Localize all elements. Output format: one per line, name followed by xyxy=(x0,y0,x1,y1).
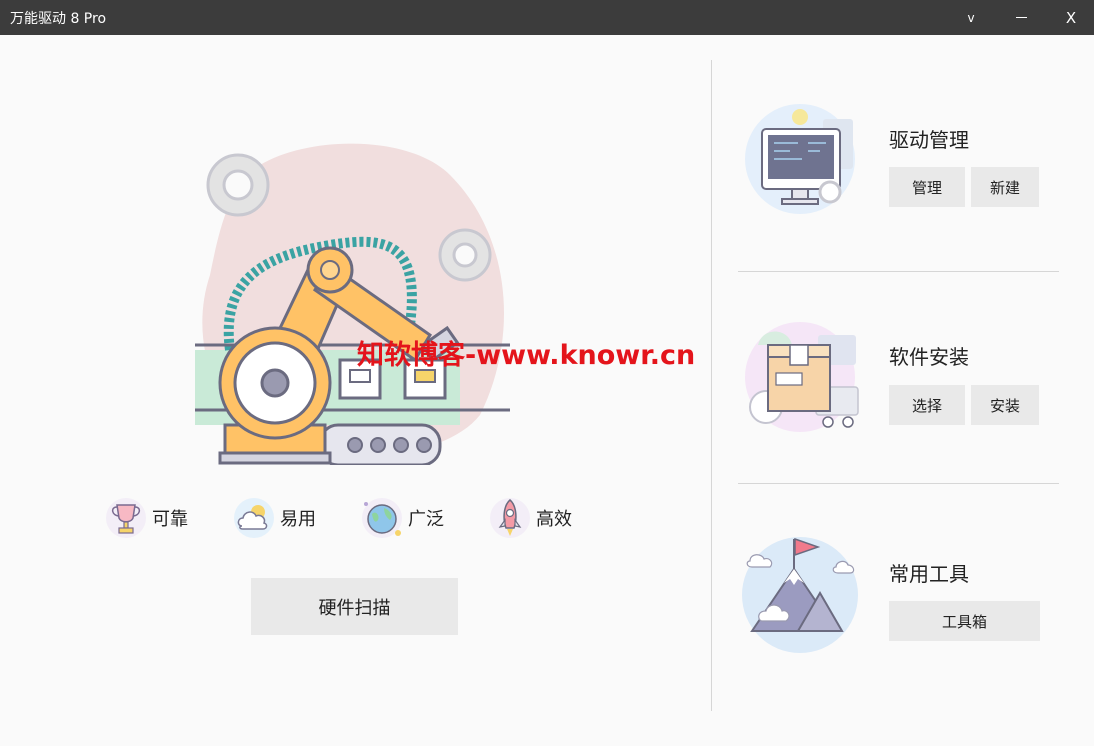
close-button[interactable]: X xyxy=(1048,0,1094,35)
chevron-down-icon: v xyxy=(967,10,975,25)
mountain-flag-illustration xyxy=(742,537,858,653)
driver-management-title: 驱动管理 xyxy=(889,128,969,152)
menu-dropdown-button[interactable]: v xyxy=(948,0,994,35)
new-button[interactable]: 新建 xyxy=(971,167,1039,207)
computer-monitor-illustration xyxy=(745,104,855,214)
feature-efficient: 高效 xyxy=(488,498,572,538)
gear-icon xyxy=(438,228,492,282)
cloud-icon xyxy=(234,498,274,538)
feature-label: 可靠 xyxy=(152,509,188,530)
watermark-text: 知软博客-www.knowr.cn xyxy=(357,340,696,371)
select-button[interactable]: 选择 xyxy=(889,385,965,425)
title-bar: 万能驱动 8 Pro v X xyxy=(0,0,1094,35)
robot-arm-illustration xyxy=(195,143,510,465)
rocket-icon xyxy=(490,498,530,538)
globe-icon xyxy=(362,498,402,538)
toolbox-button[interactable]: 工具箱 xyxy=(889,601,1040,641)
manage-button[interactable]: 管理 xyxy=(889,167,965,207)
trophy-icon xyxy=(106,498,146,538)
package-illustration xyxy=(745,322,859,432)
feature-broad: 广泛 xyxy=(360,498,444,538)
feature-easy: 易用 xyxy=(232,498,316,538)
app-title: 万能驱动 8 Pro xyxy=(10,11,107,27)
common-tools-title: 常用工具 xyxy=(889,562,969,586)
minimize-button[interactable] xyxy=(998,0,1044,35)
main-area: 知软博客-www.knowr.cn 可靠 易用 广泛 高效 硬件扫描 驱动管理 … xyxy=(0,35,1094,746)
feature-reliable: 可靠 xyxy=(104,498,188,538)
feature-label: 易用 xyxy=(280,509,316,530)
close-icon: X xyxy=(1065,8,1077,27)
install-button[interactable]: 安装 xyxy=(971,385,1039,425)
gear-icon xyxy=(206,153,270,217)
minimize-icon xyxy=(1015,17,1027,18)
section-divider xyxy=(738,483,1059,484)
vertical-divider xyxy=(711,60,712,711)
hardware-scan-button[interactable]: 硬件扫描 xyxy=(251,578,458,635)
feature-label: 高效 xyxy=(536,509,572,530)
software-install-title: 软件安装 xyxy=(889,345,969,369)
section-divider xyxy=(738,271,1059,272)
feature-label: 广泛 xyxy=(408,509,444,530)
